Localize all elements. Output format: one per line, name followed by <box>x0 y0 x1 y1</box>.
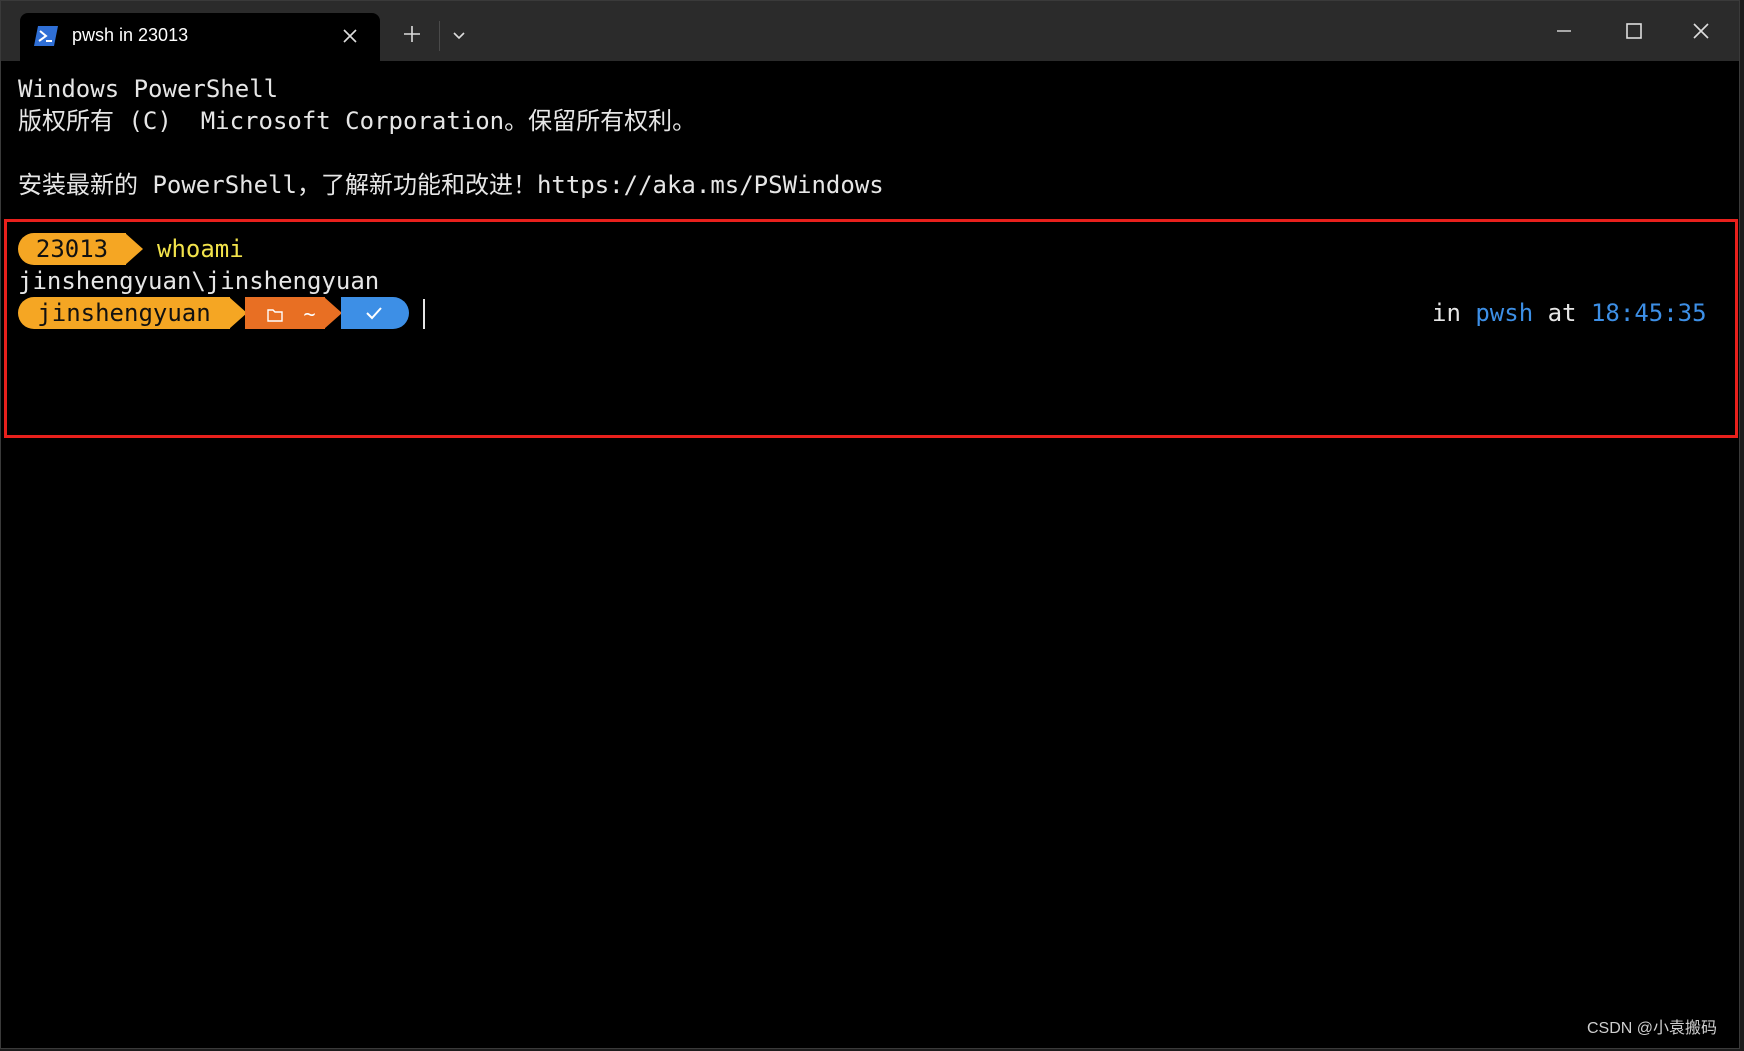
maximize-icon[interactable] <box>1610 15 1656 47</box>
tab-title: pwsh in 23013 <box>72 25 189 45</box>
header-line: Windows PowerShell <box>18 75 279 103</box>
terminal-window: pwsh in 23013 Windows PowerShell 版权所有 (C… <box>0 0 1740 1049</box>
title-bar: pwsh in 23013 <box>1 1 1739 61</box>
install-hint-line: 安装最新的 PowerShell，了解新功能和改进！https://aka.ms… <box>18 171 884 199</box>
terminal-output[interactable]: Windows PowerShell 版权所有 (C) Microsoft Co… <box>1 61 1739 1048</box>
tab-pwsh[interactable]: pwsh in 23013 <box>20 13 380 61</box>
powershell-icon <box>34 26 58 46</box>
plus-icon[interactable] <box>403 25 421 43</box>
close-icon[interactable] <box>342 28 358 44</box>
chevron-down-icon[interactable] <box>451 30 467 42</box>
close-window-icon[interactable] <box>1678 15 1724 47</box>
highlight-box <box>4 219 1738 438</box>
tab-separator <box>439 21 440 51</box>
watermark: CSDN @小袁搬码 <box>1586 1020 1717 1037</box>
copyright-line: 版权所有 (C) Microsoft Corporation。保留所有权利。 <box>18 107 697 135</box>
minimize-icon[interactable] <box>1541 15 1587 47</box>
